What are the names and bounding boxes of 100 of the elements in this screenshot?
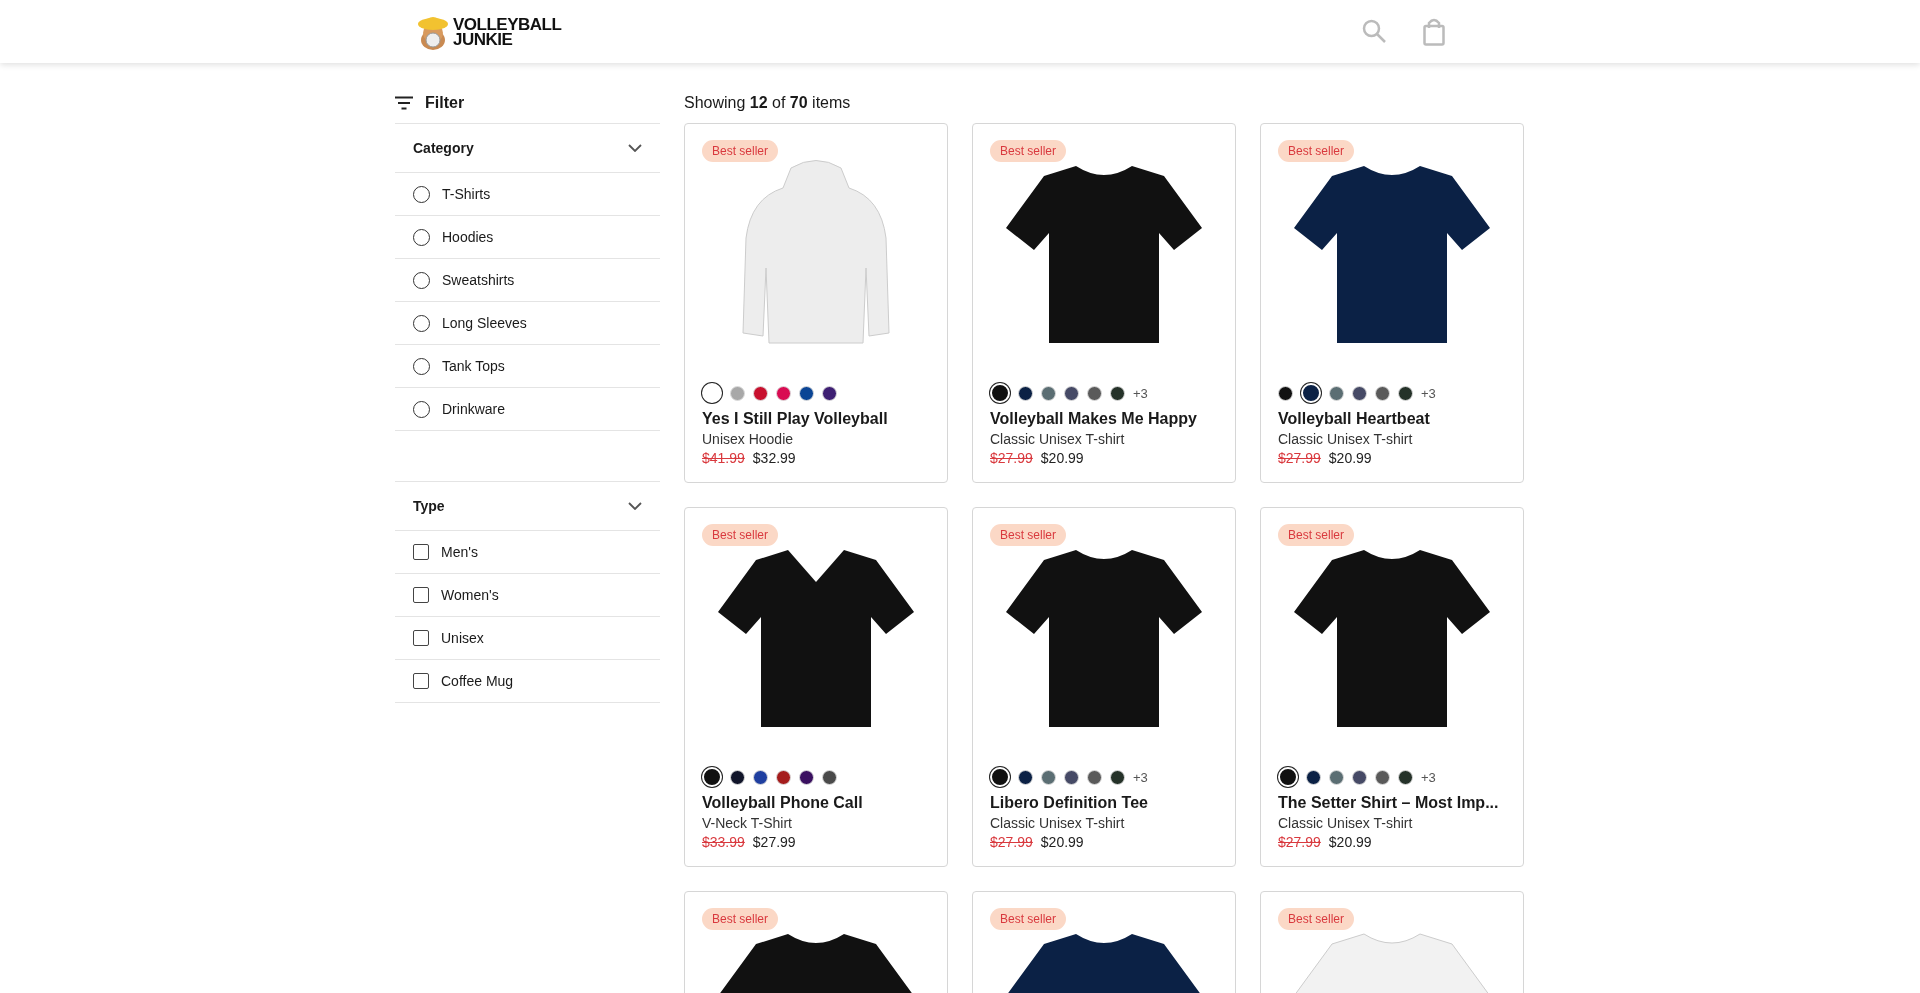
category-option[interactable]: Sweatshirts [395, 259, 660, 302]
logo-text: VOLLEYBALL JUNKIE [453, 16, 562, 47]
product-card[interactable]: Best seller [1260, 891, 1524, 993]
product-title[interactable]: Volleyball Heartbeat [1278, 410, 1506, 428]
color-swatch[interactable] [1018, 385, 1033, 401]
color-swatch[interactable] [822, 385, 837, 401]
product-card[interactable]: Best seller [972, 891, 1236, 993]
chevron-icon [628, 144, 642, 152]
color-swatch[interactable] [1110, 769, 1125, 785]
checkbox[interactable] [413, 673, 429, 689]
product-card[interactable]: Best seller +3 The Setter Shirt – Most Imp... Classic Unisex T-shirt $27.99 $20.99 [1260, 507, 1524, 867]
color-swatch[interactable] [1375, 769, 1390, 785]
color-swatch[interactable] [1041, 385, 1056, 401]
product-title[interactable]: Volleyball Makes Me Happy [990, 410, 1218, 428]
category-option[interactable]: Tank Tops [395, 345, 660, 388]
color-swatch[interactable] [1375, 385, 1390, 401]
best-seller-badge: Best seller [1278, 908, 1355, 930]
color-swatch[interactable] [753, 385, 768, 401]
sale-price: $32.99 [752, 450, 796, 466]
color-swatch[interactable] [1352, 769, 1367, 785]
option-label: Drinkware [442, 401, 505, 417]
product-title[interactable]: Libero Definition Tee [990, 794, 1218, 812]
filter-section-header[interactable]: Type [395, 482, 660, 531]
sale-price: $20.99 [1040, 834, 1084, 850]
sale-price: $20.99 [1040, 450, 1084, 466]
option-label: Men's [441, 544, 478, 560]
best-seller-badge: Best seller [702, 908, 779, 930]
checkbox[interactable] [413, 587, 429, 603]
color-swatch[interactable] [730, 385, 745, 401]
color-swatch[interactable] [1110, 385, 1125, 401]
product-type: Classic Unisex T-shirt [1278, 815, 1414, 831]
type-option[interactable]: Coffee Mug [395, 660, 660, 703]
color-swatch[interactable] [1041, 769, 1056, 785]
color-swatch[interactable] [1329, 385, 1344, 401]
original-price: $33.99 [702, 834, 745, 850]
option-label: Hoodies [442, 229, 494, 245]
type-option[interactable]: Women's [395, 574, 660, 617]
product-type: Unisex Hoodie [702, 431, 795, 447]
color-swatch[interactable] [1087, 769, 1102, 785]
filter-section-header[interactable]: Category [395, 124, 660, 173]
color-swatch[interactable] [1398, 769, 1413, 785]
option-label: Coffee Mug [441, 673, 514, 689]
product-type: V-Neck T-Shirt [702, 815, 793, 831]
checkbox[interactable] [413, 544, 429, 560]
color-swatch[interactable] [1306, 769, 1321, 785]
product-title[interactable]: The Setter Shirt – Most Imp... [1278, 794, 1506, 812]
logo[interactable]: VOLLEYBALL JUNKIE [395, 12, 562, 51]
color-swatch[interactable] [776, 385, 791, 401]
color-swatch[interactable] [1278, 385, 1293, 401]
original-price: $41.99 [702, 450, 745, 466]
type-option[interactable]: Men's [395, 531, 660, 574]
sale-price: $20.99 [1328, 450, 1372, 466]
color-swatch[interactable] [1064, 385, 1079, 401]
option-label: Tank Tops [442, 358, 505, 374]
product-card[interactable]: Best seller +3 Libero Definition Tee Classic Unisex T-shirt $27.99 $20.99 [972, 507, 1236, 867]
product-card[interactable]: Best seller Volleyball Phone Call V-Neck T-Shirt $33.99 $27.99 [684, 507, 948, 867]
color-swatch[interactable] [1352, 385, 1367, 401]
more-colors-count: +3 [1133, 385, 1148, 401]
sale-price: $27.99 [752, 834, 796, 850]
best-seller-badge: Best seller [1278, 140, 1355, 162]
product-title[interactable]: Yes I Still Play Volleyball [702, 410, 930, 428]
best-seller-badge: Best seller [702, 140, 779, 162]
type-option[interactable]: Unisex [395, 617, 660, 660]
best-seller-badge: Best seller [1278, 524, 1355, 546]
category-option[interactable]: Drinkware [395, 388, 660, 431]
option-label: T-Shirts [442, 186, 491, 202]
color-swatch[interactable] [730, 769, 745, 785]
color-swatch[interactable] [753, 769, 768, 785]
option-label: Long Sleeves [442, 315, 527, 331]
color-swatch[interactable] [799, 769, 814, 785]
sale-price: $20.99 [1328, 834, 1372, 850]
original-price: $27.99 [1278, 834, 1321, 850]
category-option[interactable]: Long Sleeves [395, 302, 660, 345]
product-card[interactable]: Best seller [684, 891, 948, 993]
product-type: Classic Unisex T-shirt [990, 431, 1126, 447]
best-seller-badge: Best seller [990, 140, 1067, 162]
original-price: $27.99 [1278, 450, 1321, 466]
color-swatch[interactable] [799, 385, 814, 401]
results-count: Showing 12 of 70 items [684, 93, 852, 113]
color-swatch[interactable] [1064, 769, 1079, 785]
color-swatch[interactable] [1087, 385, 1102, 401]
product-type: Classic Unisex T-shirt [990, 815, 1126, 831]
product-card[interactable]: Best seller +3 Volleyball Makes Me Happy Classic Unisex T-shirt $27.99 $20.99 [972, 123, 1236, 483]
product-title[interactable]: Volleyball Phone Call [702, 794, 930, 812]
option-label: Women's [441, 587, 499, 603]
option-label: Sweatshirts [442, 272, 515, 288]
color-swatch[interactable] [1398, 385, 1413, 401]
color-swatch[interactable] [822, 769, 837, 785]
product-type: Classic Unisex T-shirt [1278, 431, 1414, 447]
best-seller-badge: Best seller [702, 524, 779, 546]
product-card[interactable]: Best seller +3 Volleyball Heartbeat Classic Unisex T-shirt $27.99 $20.99 [1260, 123, 1524, 483]
color-swatch[interactable] [1329, 769, 1344, 785]
product-card[interactable]: Best seller Yes I Still Play Volleyball Unisex Hoodie $41.99 $32.99 [684, 123, 948, 483]
color-swatch[interactable] [1018, 769, 1033, 785]
more-colors-count: +3 [1421, 769, 1436, 785]
best-seller-badge: Best seller [990, 524, 1067, 546]
color-swatch[interactable] [776, 769, 791, 785]
category-option[interactable]: T-Shirts [395, 173, 660, 216]
category-option[interactable]: Hoodies [395, 216, 660, 259]
checkbox[interactable] [413, 630, 429, 646]
